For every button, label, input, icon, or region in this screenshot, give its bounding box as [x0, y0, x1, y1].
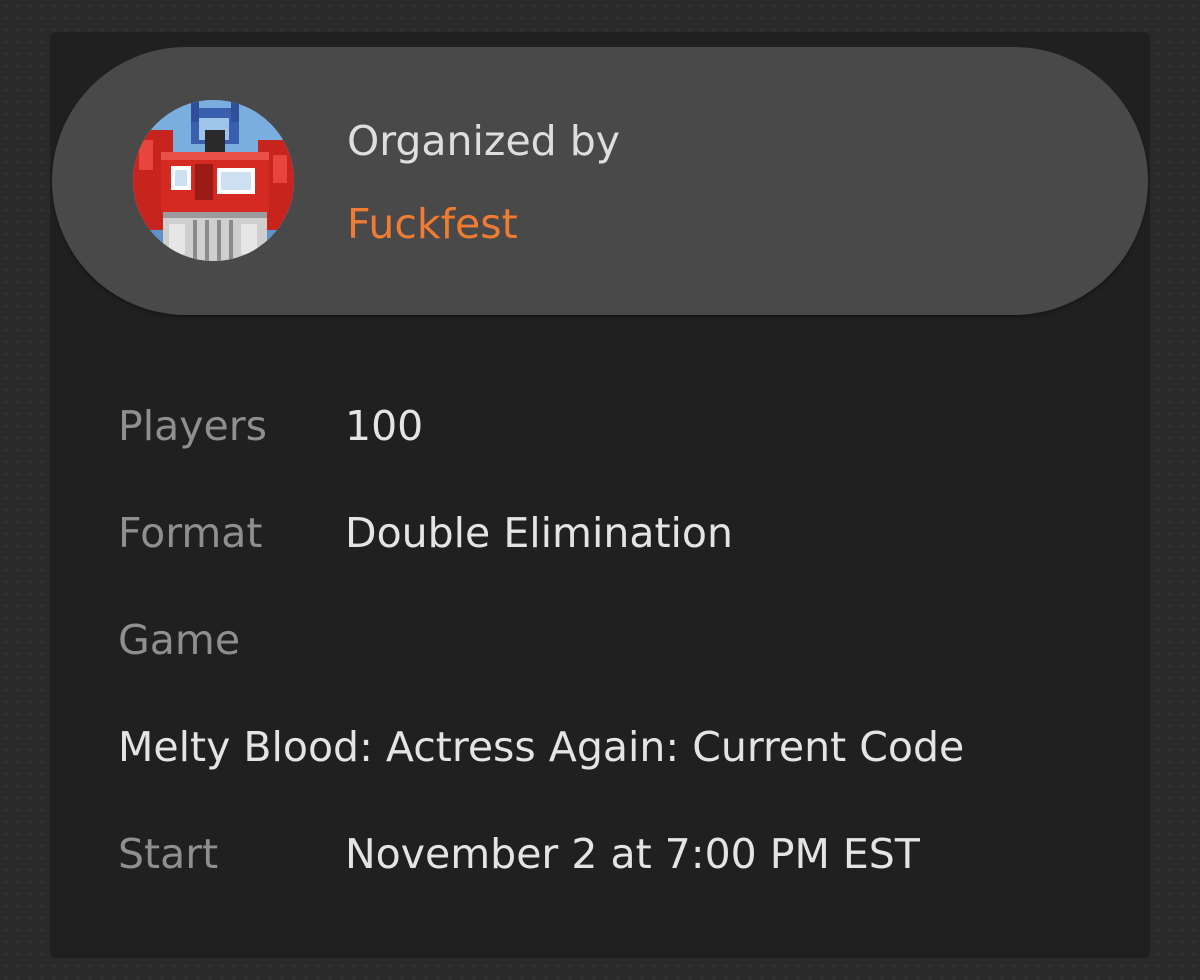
- players-value: 100: [345, 402, 424, 450]
- game-value: Melty Blood: Actress Again: Current Code: [118, 723, 965, 771]
- organizer-avatar[interactable]: [133, 100, 294, 261]
- format-value: Double Elimination: [345, 509, 733, 557]
- start-value: November 2 at 7:00 PM EST: [345, 830, 920, 878]
- game-label: Game: [118, 616, 241, 664]
- players-label: Players: [118, 402, 267, 450]
- robot-avatar-icon: [133, 100, 294, 261]
- organized-by-label: Organized by: [347, 117, 621, 165]
- organizer-name-link[interactable]: Fuckfest: [347, 196, 518, 252]
- format-label: Format: [118, 509, 263, 557]
- start-label: Start: [118, 830, 219, 878]
